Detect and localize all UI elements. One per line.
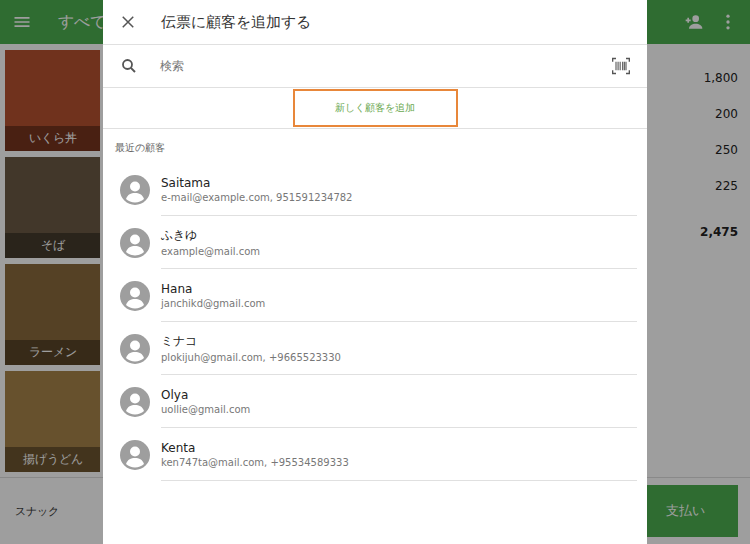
customer-name: ふきゆ xyxy=(161,227,637,244)
add-row: 新しく顧客を追加 xyxy=(103,88,647,129)
customer-row[interactable]: ふきゆ example@mail.com xyxy=(103,216,647,269)
customer-name: ミナコ xyxy=(161,333,637,350)
customer-contact: uollie@gmail.com xyxy=(161,404,637,415)
pos-screen: すべて いくら丼そばラーメン揚げうどん 1,800200250225 2,475… xyxy=(0,0,750,544)
avatar-icon xyxy=(120,228,150,258)
avatar-icon xyxy=(120,440,150,470)
customer-info: ふきゆ example@mail.com xyxy=(161,216,637,269)
customer-contact: plokijuh@gmail.com, +9665523330 xyxy=(161,352,637,363)
add-customer-dialog: 伝票に顧客を追加する 検索 新しく顧客を追加 最近の顧客 Saitama e-m… xyxy=(103,0,647,544)
customer-row[interactable]: Saitama e-mail@example.com, 951591234782 xyxy=(103,163,647,216)
customer-list: Saitama e-mail@example.com, 951591234782… xyxy=(103,163,647,481)
add-new-customer-button[interactable]: 新しく顧客を追加 xyxy=(293,89,458,127)
avatar-icon xyxy=(120,281,150,311)
barcode-icon[interactable] xyxy=(611,56,631,76)
customer-info: Kenta ken747ta@mail.com, +95534589333 xyxy=(161,428,637,481)
search-row: 検索 xyxy=(103,45,647,88)
customer-contact: janchikd@gmail.com xyxy=(161,298,637,309)
dialog-header: 伝票に顧客を追加する xyxy=(103,0,647,45)
customer-info: Saitama e-mail@example.com, 951591234782 xyxy=(161,163,637,216)
close-icon[interactable] xyxy=(119,13,137,31)
customer-info: ミナコ plokijuh@gmail.com, +9665523330 xyxy=(161,322,637,375)
customer-info: Olya uollie@gmail.com xyxy=(161,375,637,428)
customer-row[interactable]: Hana janchikd@gmail.com xyxy=(103,269,647,322)
avatar-icon xyxy=(120,334,150,364)
avatar-icon xyxy=(120,387,150,417)
customer-name: Hana xyxy=(161,282,637,296)
customer-name: Kenta xyxy=(161,441,637,455)
customer-name: Olya xyxy=(161,388,637,402)
customer-contact: example@mail.com xyxy=(161,246,637,257)
dialog-title: 伝票に顧客を追加する xyxy=(161,13,311,32)
avatar-icon xyxy=(120,175,150,205)
search-input[interactable]: 検索 xyxy=(160,58,589,75)
search-icon xyxy=(120,57,138,75)
section-label: 最近の顧客 xyxy=(103,129,647,163)
customer-name: Saitama xyxy=(161,176,637,190)
customer-row[interactable]: Kenta ken747ta@mail.com, +95534589333 xyxy=(103,428,647,481)
customer-info: Hana janchikd@gmail.com xyxy=(161,269,637,322)
customer-row[interactable]: Olya uollie@gmail.com xyxy=(103,375,647,428)
customer-contact: ken747ta@mail.com, +95534589333 xyxy=(161,457,637,468)
customer-row[interactable]: ミナコ plokijuh@gmail.com, +9665523330 xyxy=(103,322,647,375)
customer-contact: e-mail@example.com, 951591234782 xyxy=(161,192,637,203)
